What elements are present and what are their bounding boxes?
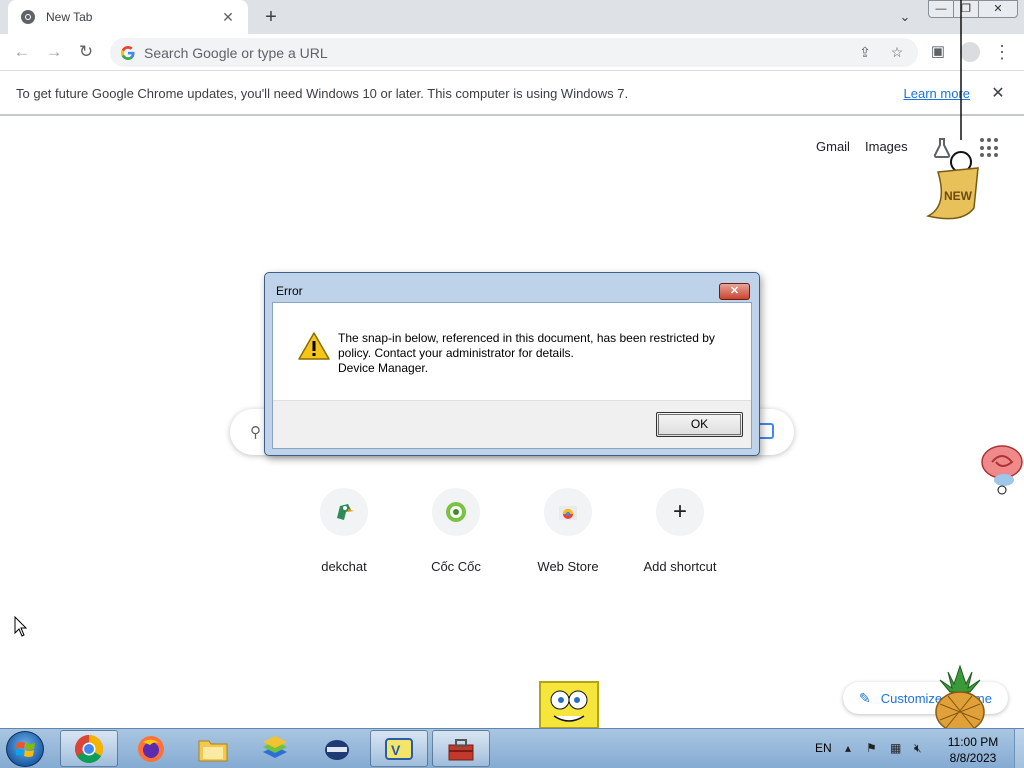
- show-hidden-icons-icon[interactable]: ▴: [845, 741, 851, 755]
- tab-title: New Tab: [46, 10, 93, 24]
- tab-new-tab[interactable]: New Tab ✕: [8, 0, 248, 34]
- bookmark-star-icon[interactable]: ☆: [886, 44, 908, 61]
- system-clock[interactable]: 11:00 PM 8/8/2023: [938, 734, 1008, 766]
- snail-gary-icon: [981, 445, 1023, 495]
- chrome-favicon-icon: [21, 10, 35, 24]
- unikey-icon: V: [385, 737, 413, 760]
- dialog-close-button[interactable]: ✕: [719, 283, 750, 300]
- bluestacks-icon: [263, 735, 287, 758]
- ok-button[interactable]: OK: [656, 412, 743, 437]
- chrome-menu-icon[interactable]: ⋮: [990, 40, 1014, 64]
- search-icon: ⚲: [250, 424, 261, 441]
- new-tab-button[interactable]: +: [258, 4, 284, 30]
- window-close-button[interactable]: ✕: [978, 0, 1018, 18]
- browser-toolbar: ← → ↻ Search Google or type a URL ⇪ ☆ ▣ …: [0, 34, 1024, 71]
- shortcut-dekchat[interactable]: dekchat: [288, 488, 400, 574]
- shortcut-coccoc[interactable]: Cốc Cốc: [400, 488, 512, 574]
- taskbar-bluestacks[interactable]: [246, 730, 304, 767]
- dialog-message: The snap-in below, referenced in this do…: [338, 331, 733, 376]
- minimize-button[interactable]: —: [928, 0, 954, 18]
- volume-muted-icon[interactable]: 🔇︎: [914, 741, 922, 756]
- language-indicator[interactable]: EN: [815, 741, 832, 755]
- clock-time: 11:00 PM: [947, 735, 999, 749]
- shortcut-add[interactable]: + Add shortcut: [624, 488, 736, 574]
- windows-taskbar: V EN ▴ ⚑ ▦ 🔇︎ 11:00 PM 8/8/2023: [0, 728, 1024, 768]
- forward-button[interactable]: →: [42, 40, 66, 64]
- taskbar-vpn[interactable]: [308, 730, 366, 767]
- pineapple-house-icon: [935, 664, 985, 728]
- back-button[interactable]: ←: [10, 40, 34, 64]
- dialog-footer: OK: [273, 400, 751, 448]
- taskbar-toolbox[interactable]: [432, 730, 490, 767]
- chrome-icon: [75, 734, 103, 763]
- error-dialog: Error ✕ The snap-in below, referenced in…: [264, 272, 760, 456]
- mouse-cursor-icon: [14, 616, 28, 637]
- new-sign-hook-icon: NEW: [925, 151, 979, 220]
- shortcut-label: Add shortcut: [643, 559, 717, 574]
- pencil-icon: ✎: [859, 689, 871, 706]
- show-desktop-button[interactable]: [1014, 729, 1024, 768]
- fishing-line-icon: [960, 0, 962, 140]
- toolbox-icon: [448, 738, 474, 760]
- taskbar-firefox[interactable]: [122, 730, 180, 767]
- shortcut-label: dekchat: [321, 559, 367, 574]
- taskbar-unikey[interactable]: V: [370, 730, 428, 767]
- plus-icon: +: [656, 488, 704, 536]
- update-infobar: To get future Google Chrome updates, you…: [0, 72, 1024, 116]
- vpn-helmet-icon: [325, 739, 349, 760]
- start-button[interactable]: [6, 731, 44, 767]
- dialog-message-line: The snap-in below, referenced in this do…: [338, 331, 715, 345]
- windows-logo-icon: [16, 742, 35, 757]
- coccoc-icon: [432, 488, 480, 536]
- infobar-message: To get future Google Chrome updates, you…: [16, 85, 629, 101]
- address-bar[interactable]: Search Google or type a URL ⇪ ☆: [110, 38, 918, 67]
- side-panel-icon[interactable]: ▣: [926, 40, 950, 64]
- action-center-flag-icon[interactable]: ⚑: [866, 741, 877, 755]
- shortcut-label: Cốc Cốc: [431, 559, 481, 574]
- infobar-close-icon[interactable]: ✕: [988, 83, 1008, 103]
- dekchat-icon: [320, 488, 368, 536]
- spongebob-icon: [539, 681, 599, 728]
- dialog-body: The snap-in below, referenced in this do…: [272, 302, 752, 449]
- reload-button[interactable]: ↻: [74, 40, 98, 64]
- shortcut-webstore[interactable]: Web Store: [512, 488, 624, 574]
- network-icon[interactable]: ▦: [890, 741, 901, 755]
- folder-icon: [198, 740, 228, 761]
- address-bar-placeholder: Search Google or type a URL: [144, 44, 328, 61]
- svg-text:NEW: NEW: [944, 189, 973, 203]
- dialog-message-line: policy. Contact your administrator for d…: [338, 346, 574, 360]
- google-g-icon: [121, 45, 135, 60]
- tab-close-icon[interactable]: ✕: [220, 9, 236, 26]
- images-link[interactable]: Images: [865, 139, 908, 154]
- share-icon[interactable]: ⇪: [854, 44, 876, 61]
- taskbar-chrome[interactable]: [60, 730, 118, 767]
- gmail-link[interactable]: Gmail: [816, 139, 850, 154]
- google-apps-icon[interactable]: [980, 138, 1000, 158]
- tab-search-button[interactable]: ⌄: [894, 6, 916, 28]
- clock-date: 8/8/2023: [949, 751, 997, 765]
- dialog-title: Error: [276, 284, 303, 298]
- svg-text:V: V: [391, 742, 401, 758]
- webstore-icon: [544, 488, 592, 536]
- firefox-icon: [138, 735, 164, 762]
- tab-strip: New Tab ✕ + ⌄ — ❐ ✕: [0, 0, 1024, 34]
- shortcut-label: Web Store: [537, 559, 599, 574]
- maximize-button[interactable]: ❐: [953, 0, 979, 18]
- dialog-message-line: Device Manager.: [338, 361, 429, 375]
- taskbar-file-explorer[interactable]: [184, 730, 242, 767]
- warning-icon: [298, 332, 330, 360]
